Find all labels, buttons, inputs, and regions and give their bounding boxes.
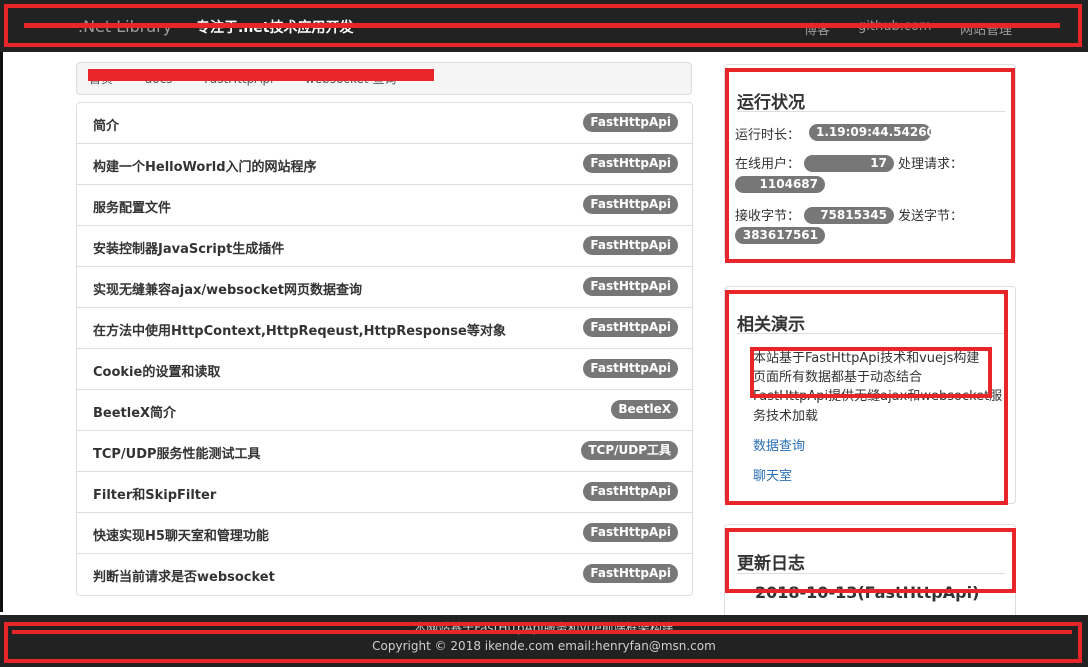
demo-link-chatroom[interactable]: 聊天室 bbox=[753, 465, 792, 484]
sent-label: 发送字节： bbox=[898, 209, 964, 224]
status-title: 运行状况 bbox=[737, 93, 805, 113]
uptime-label: 运行时长： bbox=[735, 128, 801, 143]
nav-admin-link[interactable]: 网站管理 bbox=[960, 19, 1012, 38]
changelog-entry-title: 2018-10-13(FastHttpApi) bbox=[755, 583, 980, 602]
footer: 本网站基于FastHttpApi服务和vue前端框架构建 Copyright ©… bbox=[0, 615, 1088, 667]
article-list-item[interactable]: 实现无缝兼容ajax/websocket网页数据查询 FastHttpApi bbox=[77, 267, 692, 308]
article-list-item[interactable]: Filter和SkipFilter FastHttpApi bbox=[77, 472, 692, 513]
demo-desc-line-3: FastHttpApi提供无缝ajax和websocket服 bbox=[753, 389, 1003, 404]
article-tag-badge: FastHttpApi bbox=[583, 195, 678, 214]
article-title[interactable]: 安装控制器JavaScript生成插件 bbox=[93, 238, 284, 257]
brand-logo[interactable]: .Net Library bbox=[78, 17, 172, 36]
nav-github-link[interactable]: github.com bbox=[858, 19, 932, 34]
nav-blog-link[interactable]: 博客 bbox=[804, 19, 830, 38]
article-list: 简介 FastHttpApi 构建一个HelloWorld入门的网站程序 FastHt… bbox=[76, 102, 693, 596]
article-tag-badge: BeetleX bbox=[611, 400, 678, 419]
article-list-item[interactable]: 构建一个HelloWorld入门的网站程序 FastHttpApi bbox=[77, 144, 692, 185]
article-list-item[interactable]: 安装控制器JavaScript生成插件 FastHttpApi bbox=[77, 226, 692, 267]
article-tag-badge: FastHttpApi bbox=[583, 523, 678, 542]
article-list-item[interactable]: 服务配置文件 FastHttpApi bbox=[77, 185, 692, 226]
online-label: 在线用户： bbox=[735, 157, 801, 172]
article-tag-badge: FastHttpApi bbox=[583, 277, 678, 296]
changelog-panel: 更新日志 2018-10-13(FastHttpApi) bbox=[724, 524, 1016, 624]
uptime-badge: 1.19:09:44.5426000 bbox=[809, 124, 952, 141]
article-list-item[interactable]: TCP/UDP服务性能测试工具 TCP/UDP工具 bbox=[77, 431, 692, 472]
requests-label: 处理请求： bbox=[898, 157, 964, 172]
changelog-title: 更新日志 bbox=[737, 554, 805, 574]
article-title[interactable]: Cookie的设置和读取 bbox=[93, 361, 220, 380]
article-title[interactable]: BeetleX简介 bbox=[93, 402, 176, 421]
article-list-item[interactable]: 判断当前请求是否websocket FastHttpApi bbox=[77, 554, 692, 595]
article-title[interactable]: 构建一个HelloWorld入门的网站程序 bbox=[93, 156, 317, 175]
article-title[interactable]: 在方法中使用HttpContext,HttpReqeust,HttpRespon… bbox=[93, 320, 506, 339]
article-title[interactable]: Filter和SkipFilter bbox=[93, 484, 216, 503]
article-list-item[interactable]: 在方法中使用HttpContext,HttpReqeust,HttpRespon… bbox=[77, 308, 692, 349]
footer-line-2: Copyright © 2018 ikende.com email:henryf… bbox=[372, 639, 716, 653]
article-title[interactable]: 实现无缝兼容ajax/websocket网页数据查询 bbox=[93, 279, 362, 298]
recv-badge: 75815345 bbox=[804, 207, 894, 224]
article-tag-badge: FastHttpApi bbox=[583, 482, 678, 501]
article-tag-badge: FastHttpApi bbox=[583, 318, 678, 337]
recv-label: 接收字节： bbox=[735, 209, 801, 224]
article-list-item[interactable]: 快速实现H5聊天室和管理功能 FastHttpApi bbox=[77, 513, 692, 554]
demo-title: 相关演示 bbox=[737, 315, 805, 335]
status-divider bbox=[737, 111, 1005, 112]
article-list-item[interactable]: Cookie的设置和读取 FastHttpApi bbox=[77, 349, 692, 390]
demo-panel: 相关演示 本站基于FastHttpApi技术和vuejs构建 页面所有数据都基于… bbox=[724, 286, 1016, 504]
article-tag-badge: FastHttpApi bbox=[583, 113, 678, 132]
breadcrumb-text[interactable]: 首页 —— docs —— FastHttpApi —— websocket 查… bbox=[89, 70, 396, 87]
article-tag-badge: FastHttpApi bbox=[583, 154, 678, 173]
article-tag-badge: FastHttpApi bbox=[583, 359, 678, 378]
article-tag-badge: FastHttpApi bbox=[583, 564, 678, 583]
article-title[interactable]: 简介 bbox=[93, 115, 119, 134]
article-list-item[interactable]: BeetleX简介 BeetleX bbox=[77, 390, 692, 431]
article-tag-badge: FastHttpApi bbox=[583, 236, 678, 255]
left-edge-shade bbox=[0, 52, 3, 612]
changelog-divider bbox=[737, 573, 1005, 574]
article-title[interactable]: 快速实现H5聊天室和管理功能 bbox=[93, 525, 269, 544]
site-tagline: 专注于.net技术应用开发 bbox=[196, 20, 354, 36]
requests-badge: 1104687 bbox=[735, 176, 825, 193]
navbar: .Net Library 专注于.net技术应用开发 博客 github.com… bbox=[0, 0, 1088, 52]
article-title[interactable]: TCP/UDP服务性能测试工具 bbox=[93, 443, 261, 462]
sent-badge: 383617561 bbox=[735, 227, 825, 244]
online-badge: 17 bbox=[804, 155, 894, 172]
article-tag-badge: TCP/UDP工具 bbox=[581, 441, 678, 460]
footer-line-1: 本网站基于FastHttpApi服务和vue前端框架构建 bbox=[414, 621, 674, 635]
breadcrumb: 首页 —— docs —— FastHttpApi —— websocket 查… bbox=[76, 62, 692, 95]
demo-desc-line-4: 务技术加载 bbox=[753, 409, 819, 424]
demo-link-data-query[interactable]: 数据查询 bbox=[753, 435, 805, 454]
article-title[interactable]: 服务配置文件 bbox=[93, 197, 171, 216]
status-panel: 运行状况 运行时长： 1.19:09:44.5426000 在线用户： 17 处… bbox=[724, 64, 1016, 260]
article-list-item[interactable]: 简介 FastHttpApi bbox=[77, 103, 692, 144]
article-title[interactable]: 判断当前请求是否websocket bbox=[93, 566, 275, 585]
demo-desc-line-1: 本站基于FastHttpApi技术和vuejs构建 bbox=[753, 351, 980, 366]
demo-divider bbox=[737, 333, 1005, 334]
demo-desc-line-2: 页面所有数据都基于动态结合 bbox=[753, 370, 923, 385]
